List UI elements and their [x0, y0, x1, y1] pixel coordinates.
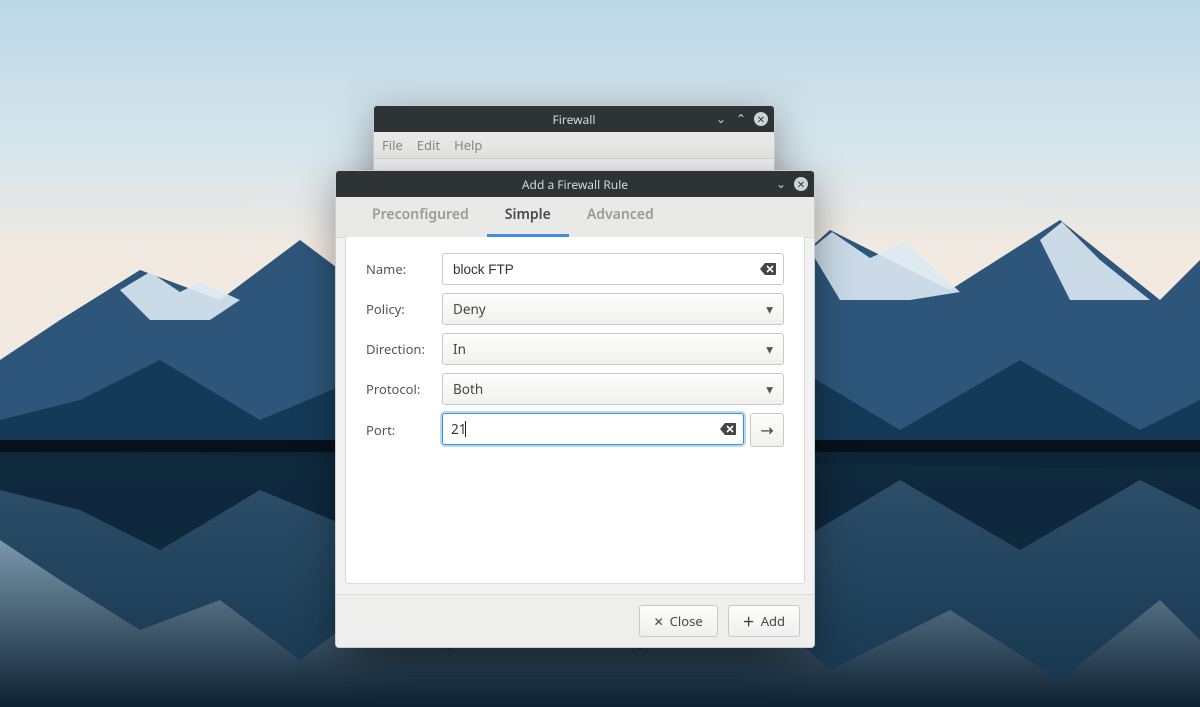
close-button-label: Close	[670, 612, 703, 630]
policy-select[interactable]: Deny ▾	[442, 293, 784, 325]
close-icon[interactable]: ✕	[794, 177, 808, 191]
backspace-icon[interactable]	[719, 420, 737, 438]
menu-edit[interactable]: Edit	[417, 136, 440, 154]
dialog-title: Add a Firewall Rule	[522, 176, 628, 193]
dialog-titlebar[interactable]: Add a Firewall Rule ⌄ ✕	[336, 171, 814, 197]
name-input[interactable]	[442, 253, 784, 285]
name-input-field[interactable]	[451, 261, 759, 278]
direction-select[interactable]: In ▾	[442, 333, 784, 365]
arrow-right-icon: →	[760, 419, 773, 441]
direction-value: In	[453, 340, 466, 358]
protocol-value: Both	[453, 380, 483, 398]
chevron-down-icon: ▾	[766, 300, 773, 318]
form-panel: Name: Policy: Deny ▾ Direction: I	[345, 237, 805, 584]
plus-icon: ＋	[743, 613, 755, 630]
chevron-down-icon: ▾	[766, 380, 773, 398]
maximize-icon[interactable]: ⌃	[734, 112, 748, 126]
port-label: Port:	[366, 421, 442, 439]
tab-advanced[interactable]: Advanced	[569, 195, 672, 237]
close-icon[interactable]: ✕	[754, 112, 768, 126]
firewall-titlebar[interactable]: Firewall ⌄ ⌃ ✕	[374, 106, 774, 132]
menu-file[interactable]: File	[382, 136, 403, 154]
close-icon: ✕	[654, 613, 664, 630]
dialog-footer: ✕ Close ＋ Add	[336, 594, 814, 647]
tab-preconfigured[interactable]: Preconfigured	[354, 195, 487, 237]
close-button[interactable]: ✕ Close	[639, 605, 718, 637]
minimize-icon[interactable]: ⌄	[714, 112, 728, 126]
add-rule-dialog: Add a Firewall Rule ⌄ ✕ Preconfigured Si…	[335, 170, 815, 648]
chevron-down-icon: ▾	[766, 340, 773, 358]
port-value: 21	[451, 420, 466, 438]
direction-label: Direction:	[366, 340, 442, 358]
menubar: File Edit Help	[374, 132, 774, 159]
tab-simple[interactable]: Simple	[487, 195, 569, 237]
port-input[interactable]: 21	[442, 413, 744, 445]
name-label: Name:	[366, 260, 442, 278]
firewall-window-title: Firewall	[553, 111, 596, 128]
backspace-icon[interactable]	[759, 260, 777, 278]
protocol-select[interactable]: Both ▾	[442, 373, 784, 405]
add-button-label: Add	[761, 612, 785, 630]
menu-help[interactable]: Help	[454, 136, 482, 154]
port-lookup-button[interactable]: →	[750, 413, 784, 447]
tab-bar: Preconfigured Simple Advanced	[336, 197, 814, 238]
protocol-label: Protocol:	[366, 380, 442, 398]
policy-label: Policy:	[366, 300, 442, 318]
minimize-icon[interactable]: ⌄	[774, 177, 788, 191]
add-button[interactable]: ＋ Add	[728, 605, 800, 637]
policy-value: Deny	[453, 300, 486, 318]
text-cursor	[465, 421, 466, 437]
